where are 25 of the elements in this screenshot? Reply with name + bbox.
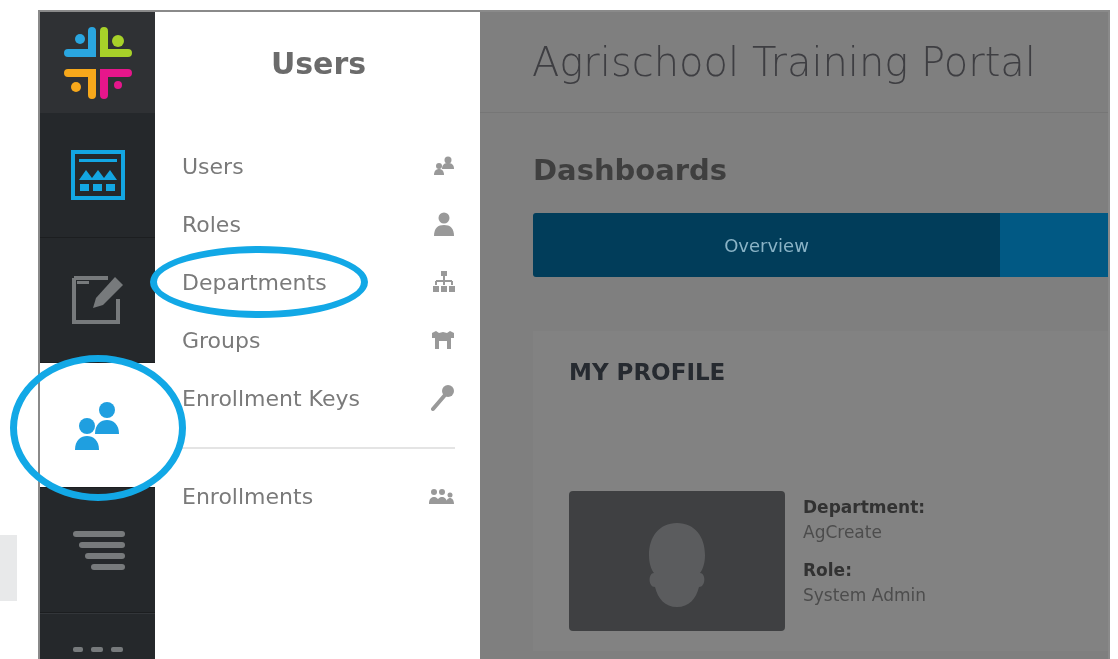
portal-title: Agrischool Training Portal (532, 39, 1036, 85)
groups-icon (431, 330, 455, 350)
submenu-title: Users (269, 45, 368, 83)
person-icon (433, 212, 455, 236)
submenu-item[interactable]: Departments (182, 253, 455, 311)
users-icon (433, 156, 455, 176)
page-title: Dashboards (533, 153, 729, 187)
card-title: MY PROFILE (569, 359, 727, 385)
submenu-item[interactable]: Groups (182, 311, 455, 369)
more-icon (72, 644, 123, 652)
submenu-item[interactable]: Roles (182, 195, 455, 253)
logo-icon (61, 26, 134, 99)
tab[interactable]: Overview (533, 213, 1000, 277)
dashboard-icon (70, 150, 125, 200)
people-icon (429, 488, 455, 504)
edit-window-icon (70, 275, 125, 325)
field-label: Role: (803, 560, 853, 580)
list-icon (70, 529, 125, 571)
submenu-item[interactable]: Users (182, 137, 455, 195)
submenu-item[interactable]: Enrollments (182, 467, 455, 525)
nav-item[interactable] (40, 363, 155, 488)
submenu-item[interactable]: Enrollment Keys (182, 369, 455, 427)
key-icon (431, 384, 455, 412)
hierarchy-icon (433, 271, 455, 293)
field-label: Department: (803, 497, 926, 517)
